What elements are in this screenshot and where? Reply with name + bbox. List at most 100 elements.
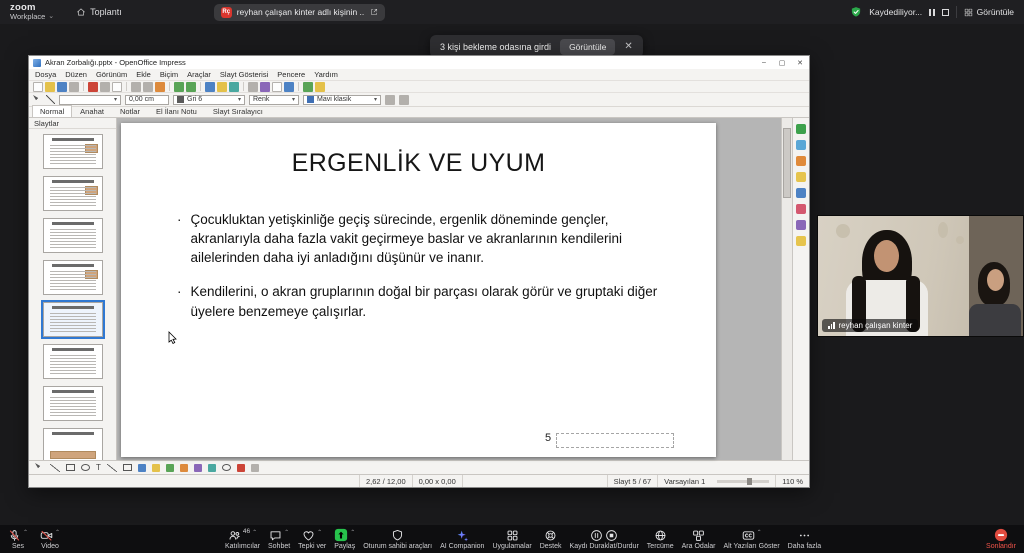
line-tool-icon[interactable] bbox=[46, 95, 55, 104]
fill-type-select[interactable]: Renk▾ bbox=[249, 95, 299, 105]
curve-tool-icon[interactable] bbox=[107, 464, 117, 472]
line-color-select[interactable]: Gri 6▾ bbox=[173, 95, 245, 105]
shadow-icon[interactable] bbox=[385, 95, 395, 105]
slide-show-icon[interactable] bbox=[315, 82, 325, 92]
flowchart-icon[interactable] bbox=[180, 464, 188, 472]
scrollbar-thumb[interactable] bbox=[783, 128, 791, 198]
pause-recording-icon[interactable] bbox=[929, 9, 935, 16]
redo-icon[interactable] bbox=[186, 82, 196, 92]
video-button[interactable]: ⌃ Video bbox=[40, 528, 60, 550]
tab-handout[interactable]: El İlanı Notu bbox=[148, 105, 205, 117]
mute-button[interactable]: ⌃ Ses bbox=[8, 528, 28, 550]
tab-normal[interactable]: Normal bbox=[32, 105, 72, 117]
copy-icon[interactable] bbox=[143, 82, 153, 92]
line-style-select[interactable]: ▾ bbox=[59, 95, 121, 105]
chevron-up-icon[interactable]: ⌃ bbox=[317, 529, 322, 536]
apps-button[interactable]: Uygulamalar bbox=[492, 528, 531, 550]
impress-titlebar[interactable]: Akran Zorbalığı.pptx - OpenOffice Impres… bbox=[29, 56, 809, 69]
maximize-button[interactable]: ▢ bbox=[773, 56, 791, 69]
slide-thumbnail-6[interactable] bbox=[43, 344, 103, 379]
print-icon[interactable] bbox=[100, 82, 110, 92]
meeting-tab[interactable]: Rç reyhan çalışan kinter adlı kişinin ..… bbox=[214, 4, 385, 21]
save-icon[interactable] bbox=[57, 82, 67, 92]
popout-icon[interactable] bbox=[370, 8, 378, 16]
stop-recording-icon[interactable] bbox=[942, 9, 949, 16]
chat-button[interactable]: ⌃ Sohbet bbox=[268, 528, 290, 550]
ai-companion-button[interactable]: AI Companion bbox=[440, 528, 484, 550]
menu-ekle[interactable]: Ekle bbox=[136, 70, 151, 79]
support-button[interactable]: Destek bbox=[540, 528, 562, 550]
breakout-rooms-button[interactable]: Ara Odalar bbox=[682, 528, 716, 550]
end-meeting-button[interactable]: Sonlandır bbox=[986, 528, 1016, 550]
slide-thumbnail-1[interactable] bbox=[43, 134, 103, 169]
select-tool-icon[interactable] bbox=[35, 463, 44, 472]
email-icon[interactable] bbox=[69, 82, 79, 92]
menu-dosya[interactable]: Dosya bbox=[35, 70, 56, 79]
captions-button[interactable]: ⌃ Alt Yazıları Göster bbox=[724, 528, 780, 550]
zoom-workplace-logo[interactable]: zoom Workplace ⌄ bbox=[10, 3, 54, 21]
animation-icon[interactable] bbox=[796, 204, 806, 214]
home-tab[interactable]: Toplantı bbox=[76, 7, 122, 17]
page-preview-icon[interactable] bbox=[112, 82, 122, 92]
chevron-up-icon[interactable]: ⌃ bbox=[55, 529, 60, 536]
toast-close-icon[interactable]: ✕ bbox=[624, 41, 632, 52]
current-slide[interactable]: ERGENLİK VE UYUM · Çocukluktan yetişkinl… bbox=[121, 123, 716, 457]
participants-button[interactable]: 46 ⌃ Katılımcılar bbox=[225, 528, 260, 550]
menu-araclar[interactable]: Araçlar bbox=[187, 70, 211, 79]
find-icon[interactable] bbox=[248, 82, 258, 92]
block-arrows-icon[interactable] bbox=[166, 464, 174, 472]
rotate-icon[interactable] bbox=[399, 95, 409, 105]
translate-button[interactable]: Tercüme bbox=[647, 528, 674, 550]
connector-tool-icon[interactable] bbox=[123, 464, 132, 471]
select-arrow-icon[interactable] bbox=[33, 95, 42, 104]
display-grid-icon[interactable] bbox=[303, 82, 313, 92]
line-draw-icon[interactable] bbox=[50, 464, 60, 472]
record-pause-stop-button[interactable]: Kaydı Duraklat/Durdur bbox=[570, 528, 639, 550]
minimize-button[interactable]: – bbox=[755, 56, 773, 69]
fill-color-select[interactable]: Mavi klasik▾ bbox=[303, 95, 381, 105]
vertical-scrollbar[interactable] bbox=[781, 118, 792, 460]
zoom-slider[interactable] bbox=[717, 480, 769, 483]
view-button[interactable]: Görüntüle bbox=[964, 7, 1014, 17]
symbol-shapes-icon[interactable] bbox=[152, 464, 160, 472]
tab-outline[interactable]: Anahat bbox=[72, 105, 112, 117]
stars-icon[interactable] bbox=[208, 464, 216, 472]
styles-icon[interactable] bbox=[796, 172, 806, 182]
security-shield-icon[interactable] bbox=[850, 6, 862, 18]
menu-yardim[interactable]: Yardım bbox=[314, 70, 338, 79]
menu-duzen[interactable]: Düzen bbox=[65, 70, 87, 79]
basic-shapes-icon[interactable] bbox=[138, 464, 146, 472]
zoom-tool-icon[interactable] bbox=[272, 82, 282, 92]
insert-picture-icon[interactable] bbox=[251, 464, 259, 472]
master-pages-icon[interactable] bbox=[796, 236, 806, 246]
accept-change-icon[interactable] bbox=[796, 124, 806, 134]
menu-gorunum[interactable]: Görünüm bbox=[96, 70, 127, 79]
reactions-button[interactable]: ⌃ Tepki ver bbox=[298, 528, 326, 550]
zoom-slider-knob[interactable] bbox=[747, 478, 752, 485]
slide-thumbnail-4[interactable] bbox=[43, 260, 103, 295]
rectangle-tool-icon[interactable] bbox=[66, 464, 75, 471]
more-button[interactable]: Daha fazla bbox=[788, 528, 821, 550]
3d-objects-icon[interactable] bbox=[222, 464, 231, 471]
chart-icon[interactable] bbox=[205, 82, 215, 92]
slide-thumbnail-8[interactable] bbox=[43, 428, 103, 460]
participant-video-tile[interactable]: reyhan çalışan kinter bbox=[817, 215, 1024, 337]
ellipse-tool-icon[interactable] bbox=[81, 464, 90, 471]
slide-thumbnail-5-selected[interactable] bbox=[43, 302, 103, 337]
menu-slayt-gosterisi[interactable]: Slayt Gösterisi bbox=[220, 70, 268, 79]
fontwork-icon[interactable] bbox=[237, 464, 245, 472]
line-width-input[interactable]: 0,00 cm bbox=[125, 95, 169, 105]
slide-thumbnail-7[interactable] bbox=[43, 386, 103, 421]
tab-notes[interactable]: Notlar bbox=[112, 105, 148, 117]
gallery-icon[interactable] bbox=[796, 156, 806, 166]
chevron-up-icon[interactable]: ⌃ bbox=[350, 529, 355, 536]
hyperlink-icon[interactable] bbox=[229, 82, 239, 92]
tab-slide-sorter[interactable]: Slayt Sıralayıcı bbox=[205, 105, 271, 117]
callouts-icon[interactable] bbox=[194, 464, 202, 472]
menu-bicim[interactable]: Biçim bbox=[160, 70, 178, 79]
toast-view-button[interactable]: Görüntüle bbox=[560, 39, 615, 55]
transition-icon[interactable] bbox=[796, 220, 806, 230]
slide-thumbnail-3[interactable] bbox=[43, 218, 103, 253]
chevron-up-icon[interactable]: ⌃ bbox=[23, 529, 28, 536]
cut-icon[interactable] bbox=[131, 82, 141, 92]
